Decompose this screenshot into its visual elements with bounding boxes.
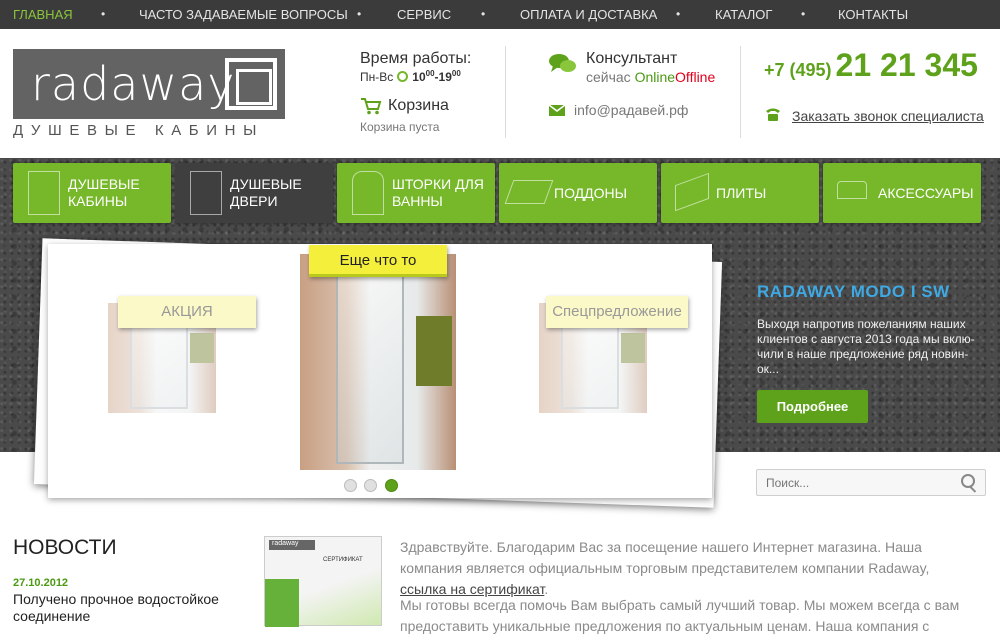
clock-icon	[397, 71, 409, 82]
search-input[interactable]	[756, 469, 986, 496]
category-label: ДУШЕВЫЕ КАБИНЫ	[68, 176, 140, 209]
nav-separator: •	[801, 7, 806, 21]
logo-square-icon	[225, 58, 277, 110]
category-label: ШТОРКИ ДЛЯ ВАННЫ	[392, 176, 484, 209]
slide-product-main[interactable]	[300, 254, 456, 470]
panel-icon	[675, 172, 709, 212]
cart-icon[interactable]	[360, 97, 382, 115]
consultant-title: Консультант	[586, 50, 678, 67]
nav-catalog[interactable]: КАТАЛОГ	[715, 7, 772, 22]
certificate-logo: radaway	[269, 540, 315, 550]
header-divider	[505, 46, 506, 138]
shower-door-icon	[190, 171, 222, 215]
category-panels[interactable]: ПЛИТЫ	[661, 163, 819, 223]
category-bath-screens[interactable]: ШТОРКИ ДЛЯ ВАННЫ	[337, 163, 495, 223]
nav-separator: •	[481, 7, 486, 21]
slider-dot-2[interactable]	[364, 479, 377, 492]
status-online: Online	[634, 69, 676, 85]
certificate-label: СЕРТИФИКАТ	[323, 557, 363, 563]
nav-service[interactable]: СЕРВИС	[397, 7, 451, 22]
working-hours-title: Время работы:	[360, 50, 472, 67]
welcome-text: Здравствуйте. Благодарим Вас за посещени…	[400, 539, 930, 597]
slider-dot-1[interactable]	[344, 479, 357, 492]
phone-code: +7 (495)	[764, 60, 832, 80]
news-heading: НОВОСТИ	[13, 536, 117, 559]
logo-tagline: ДУШЕВЫЕ КАБИНЫ	[13, 122, 264, 139]
nav-payment-delivery[interactable]: ОПЛАТА И ДОСТАВКА	[520, 7, 657, 22]
category-label: ПЛИТЫ	[716, 185, 767, 201]
working-time: 1000-1900	[412, 69, 461, 84]
email-link[interactable]: info@радавей.рф	[574, 102, 688, 118]
nav-faq[interactable]: ЧАСТО ЗАДАВАЕМЫЕ ВОПРОСЫ	[139, 7, 348, 22]
sticker-featured: Еще что то	[309, 245, 447, 277]
promo-title[interactable]: RADAWAY MODO I SW	[757, 282, 950, 302]
category-accessories[interactable]: АКСЕССУАРЫ	[823, 163, 981, 223]
faucet-icon	[837, 181, 867, 199]
category-label: АКСЕССУАРЫ	[878, 185, 974, 201]
status-offline: Offline	[675, 69, 716, 85]
category-shower-trays[interactable]: ПОДДОНЫ	[499, 163, 657, 223]
phone-main: 21 21 345	[835, 47, 978, 83]
promo-description: Выходя напротив пожеланиям наших клиенто…	[757, 317, 975, 376]
phone-icon	[766, 108, 780, 121]
more-button[interactable]: Подробнее	[757, 390, 868, 423]
cart-link[interactable]: Корзина	[388, 97, 449, 115]
slider-dot-3[interactable]	[385, 479, 398, 492]
callback-link[interactable]: Заказать звонок специалиста	[792, 108, 984, 124]
header-divider	[740, 46, 741, 138]
category-label: ДУШЕВЫЕ ДВЕРИ	[230, 176, 302, 209]
shower-cabin-icon	[28, 171, 60, 215]
category-shower-cabins[interactable]: ДУШЕВЫЕ КАБИНЫ	[13, 163, 171, 223]
nav-separator: •	[676, 7, 681, 21]
nav-separator: •	[101, 7, 106, 21]
chat-bubbles-icon	[549, 54, 576, 72]
nav-separator: •	[357, 7, 362, 21]
working-hours: Пн-Вс 1000-1900	[360, 69, 461, 84]
category-label: ПОДДОНЫ	[554, 185, 628, 201]
consultant-status: сейчас OnlineOffline	[586, 69, 716, 85]
welcome-text-2: Мы готовы всегда помочь Вам выбрать самы…	[400, 597, 960, 634]
top-navigation: ГЛАВНАЯ • ЧАСТО ЗАДАВАЕМЫЕ ВОПРОСЫ • СЕР…	[0, 0, 1000, 29]
logo-wordmark: radaway	[31, 57, 236, 111]
working-days: Пн-Вс	[360, 70, 394, 84]
certificate-thumbnail[interactable]: radaway СЕРТИФИКАТ	[264, 536, 382, 627]
email-icon	[548, 104, 566, 116]
bath-screen-icon	[352, 171, 384, 215]
nav-contacts[interactable]: КОНТАКТЫ	[838, 7, 908, 22]
news-date: 27.10.2012	[13, 577, 69, 589]
nav-home[interactable]: ГЛАВНАЯ	[13, 7, 73, 22]
phone-number: +7 (495) 21 21 345	[764, 47, 978, 84]
sticker-special-offer: Спецпредложение	[546, 296, 688, 328]
shower-tray-icon	[504, 180, 554, 204]
site-logo[interactable]: radaway	[13, 49, 285, 119]
search-icon[interactable]	[961, 474, 975, 488]
cart-status: Корзина пуста	[360, 120, 440, 134]
category-shower-doors[interactable]: ДУШЕВЫЕ ДВЕРИ	[175, 163, 333, 223]
sticker-promo: АКЦИЯ	[118, 296, 256, 328]
